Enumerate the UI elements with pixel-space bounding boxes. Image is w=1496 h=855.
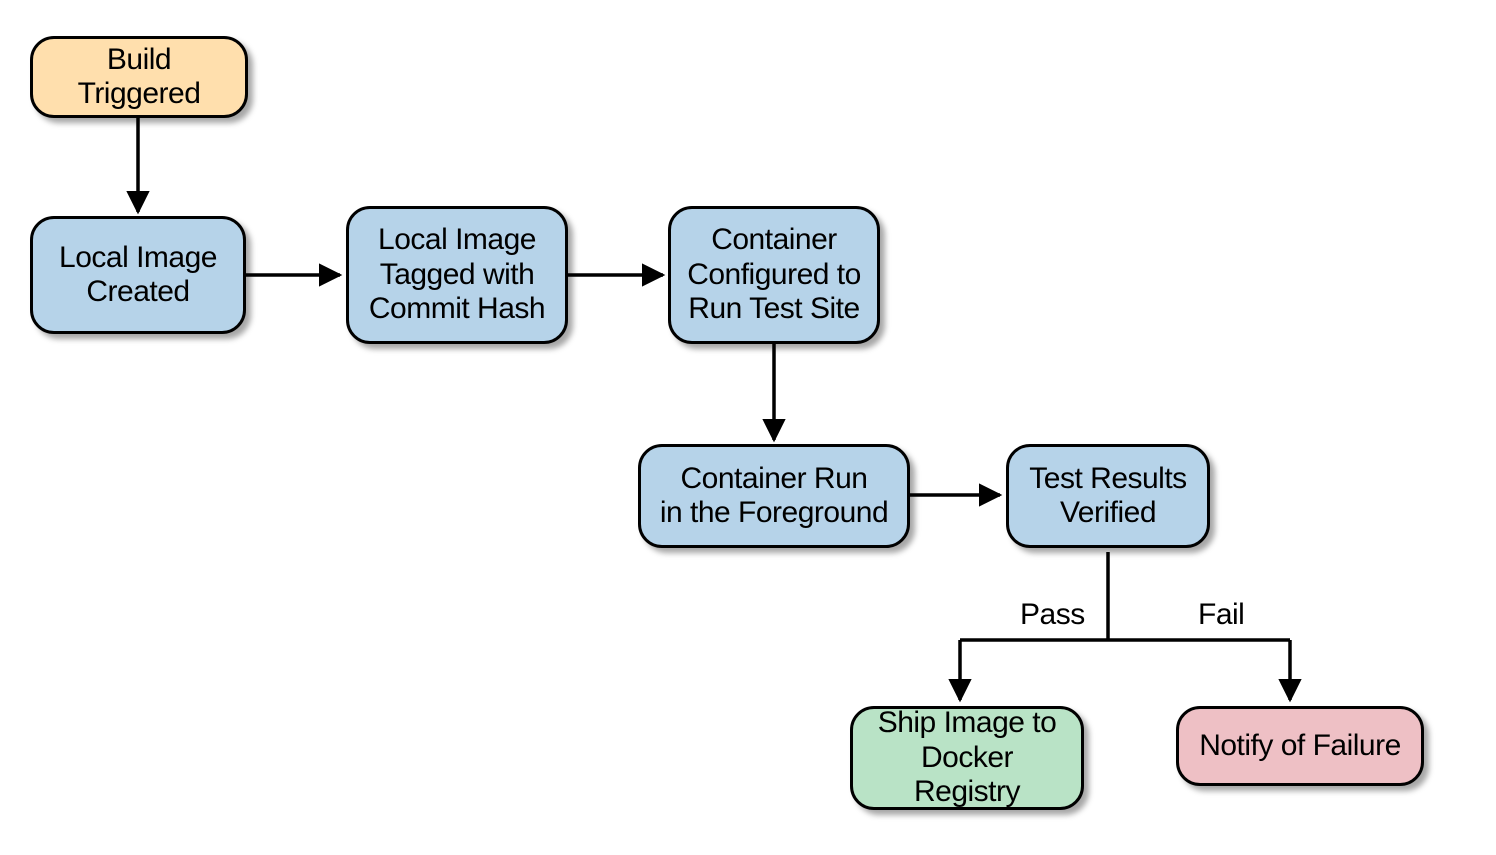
node-container-configured: ContainerConfigured toRun Test Site: [668, 206, 880, 344]
node-local-image-tagged: Local ImageTagged withCommit Hash: [346, 206, 568, 344]
node-notify-failure: Notify of Failure: [1176, 706, 1424, 786]
node-ship-image: Ship Image toDocker Registry: [850, 706, 1084, 810]
node-test-results-verified: Test ResultsVerified: [1006, 444, 1210, 548]
edge-label-pass: Pass: [1020, 598, 1085, 632]
node-container-run-foreground: Container Runin the Foreground: [638, 444, 910, 548]
node-build-triggered: Build Triggered: [30, 36, 248, 118]
edge-label-fail: Fail: [1198, 598, 1244, 632]
node-local-image-created: Local ImageCreated: [30, 216, 246, 334]
flowchart-canvas: Build Triggered Local ImageCreated Local…: [0, 0, 1496, 855]
